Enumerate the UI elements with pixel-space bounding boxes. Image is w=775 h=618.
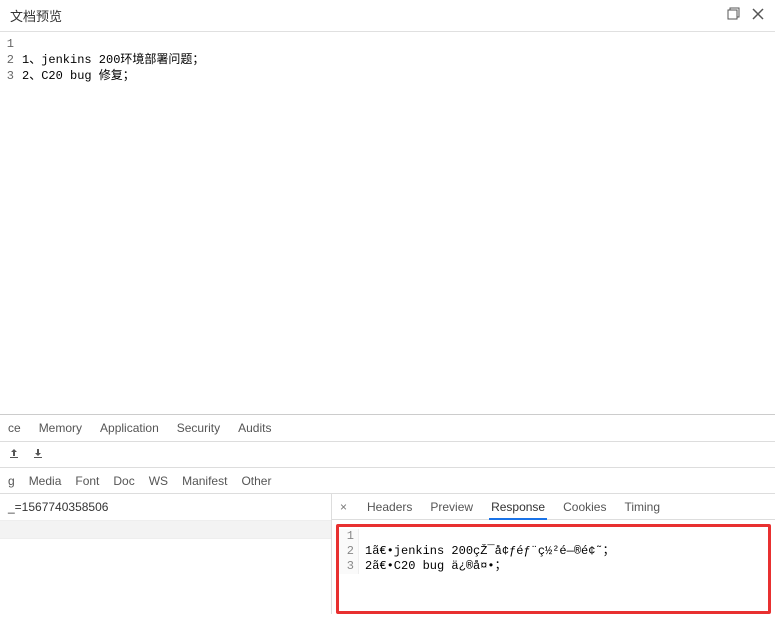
line-number: 2 (0, 52, 18, 68)
response-line-number: 2 (339, 544, 359, 559)
filter-doc[interactable]: Doc (113, 474, 134, 488)
restore-window-icon[interactable] (727, 7, 741, 24)
request-spacer (0, 521, 331, 539)
line-text (18, 36, 22, 52)
devtools-body: _=1567740358506 × Headers Preview Respon… (0, 494, 775, 614)
tab-audits[interactable]: Audits (238, 421, 271, 435)
devtools-filter-row: g Media Font Doc WS Manifest Other (0, 468, 775, 494)
tab-application[interactable]: Application (100, 421, 159, 435)
line-number: 1 (0, 36, 18, 52)
devtools-main-tabs: ce Memory Application Security Audits (0, 415, 775, 442)
response-content-highlight: 1 2 1ã€•jenkins 200çŽ¯å¢ƒéƒ¨ç½²é—®é¢˜； 3… (336, 524, 771, 614)
filter-font[interactable]: Font (75, 474, 99, 488)
tab-headers[interactable]: Headers (365, 494, 414, 520)
line-text: 1、jenkins 200环境部署问题； (18, 52, 204, 68)
line-text: 2、C20 bug 修复； (18, 68, 135, 84)
filter-manifest[interactable]: Manifest (182, 474, 227, 488)
filter-other[interactable]: Other (241, 474, 271, 488)
devtools-panel: ce Memory Application Security Audits g … (0, 414, 775, 614)
devtools-toolbar (0, 442, 775, 468)
preview-line: 1 (0, 36, 775, 52)
preview-content: 1 2 1、jenkins 200环境部署问题； 3 2、C20 bug 修复； (0, 32, 775, 402)
preview-title: 文档预览 (10, 6, 62, 25)
close-response-icon[interactable]: × (340, 500, 347, 514)
preview-header: 文档预览 (0, 0, 775, 32)
response-line: 3 2ã€•C20 bug ä¿®å¤•； (339, 559, 768, 574)
preview-line: 3 2、C20 bug 修复； (0, 68, 775, 84)
response-line-text: 1ã€•jenkins 200çŽ¯å¢ƒéƒ¨ç½²é—®é¢˜； (359, 544, 615, 559)
tab-memory[interactable]: Memory (39, 421, 82, 435)
tab-timing[interactable]: Timing (622, 494, 662, 520)
filter-g[interactable]: g (8, 474, 15, 488)
response-panel: × Headers Preview Response Cookies Timin… (332, 494, 775, 614)
request-list: _=1567740358506 (0, 494, 332, 614)
tab-cookies[interactable]: Cookies (561, 494, 608, 520)
tab-security[interactable]: Security (177, 421, 220, 435)
tab-preview[interactable]: Preview (428, 494, 475, 520)
preview-line: 2 1、jenkins 200环境部署问题； (0, 52, 775, 68)
response-content-wrap: 1 2 1ã€•jenkins 200çŽ¯å¢ƒéƒ¨ç½²é—®é¢˜； 3… (332, 520, 775, 618)
tab-response[interactable]: Response (489, 494, 547, 520)
response-line-text (359, 529, 365, 544)
close-icon[interactable] (751, 7, 765, 24)
response-line-number: 3 (339, 559, 359, 574)
tab-ce[interactable]: ce (8, 421, 21, 435)
response-tabs: × Headers Preview Response Cookies Timin… (332, 494, 775, 520)
response-line-number: 1 (339, 529, 359, 544)
response-line: 2 1ã€•jenkins 200çŽ¯å¢ƒéƒ¨ç½²é—®é¢˜； (339, 544, 768, 559)
download-icon[interactable] (32, 447, 44, 462)
preview-actions (727, 7, 765, 24)
response-line-text: 2ã€•C20 bug ä¿®å¤•； (359, 559, 507, 574)
filter-ws[interactable]: WS (149, 474, 168, 488)
line-number: 3 (0, 68, 18, 84)
upload-icon[interactable] (8, 447, 20, 462)
filter-media[interactable]: Media (29, 474, 62, 488)
request-row[interactable]: _=1567740358506 (0, 494, 331, 521)
response-line: 1 (339, 529, 768, 544)
